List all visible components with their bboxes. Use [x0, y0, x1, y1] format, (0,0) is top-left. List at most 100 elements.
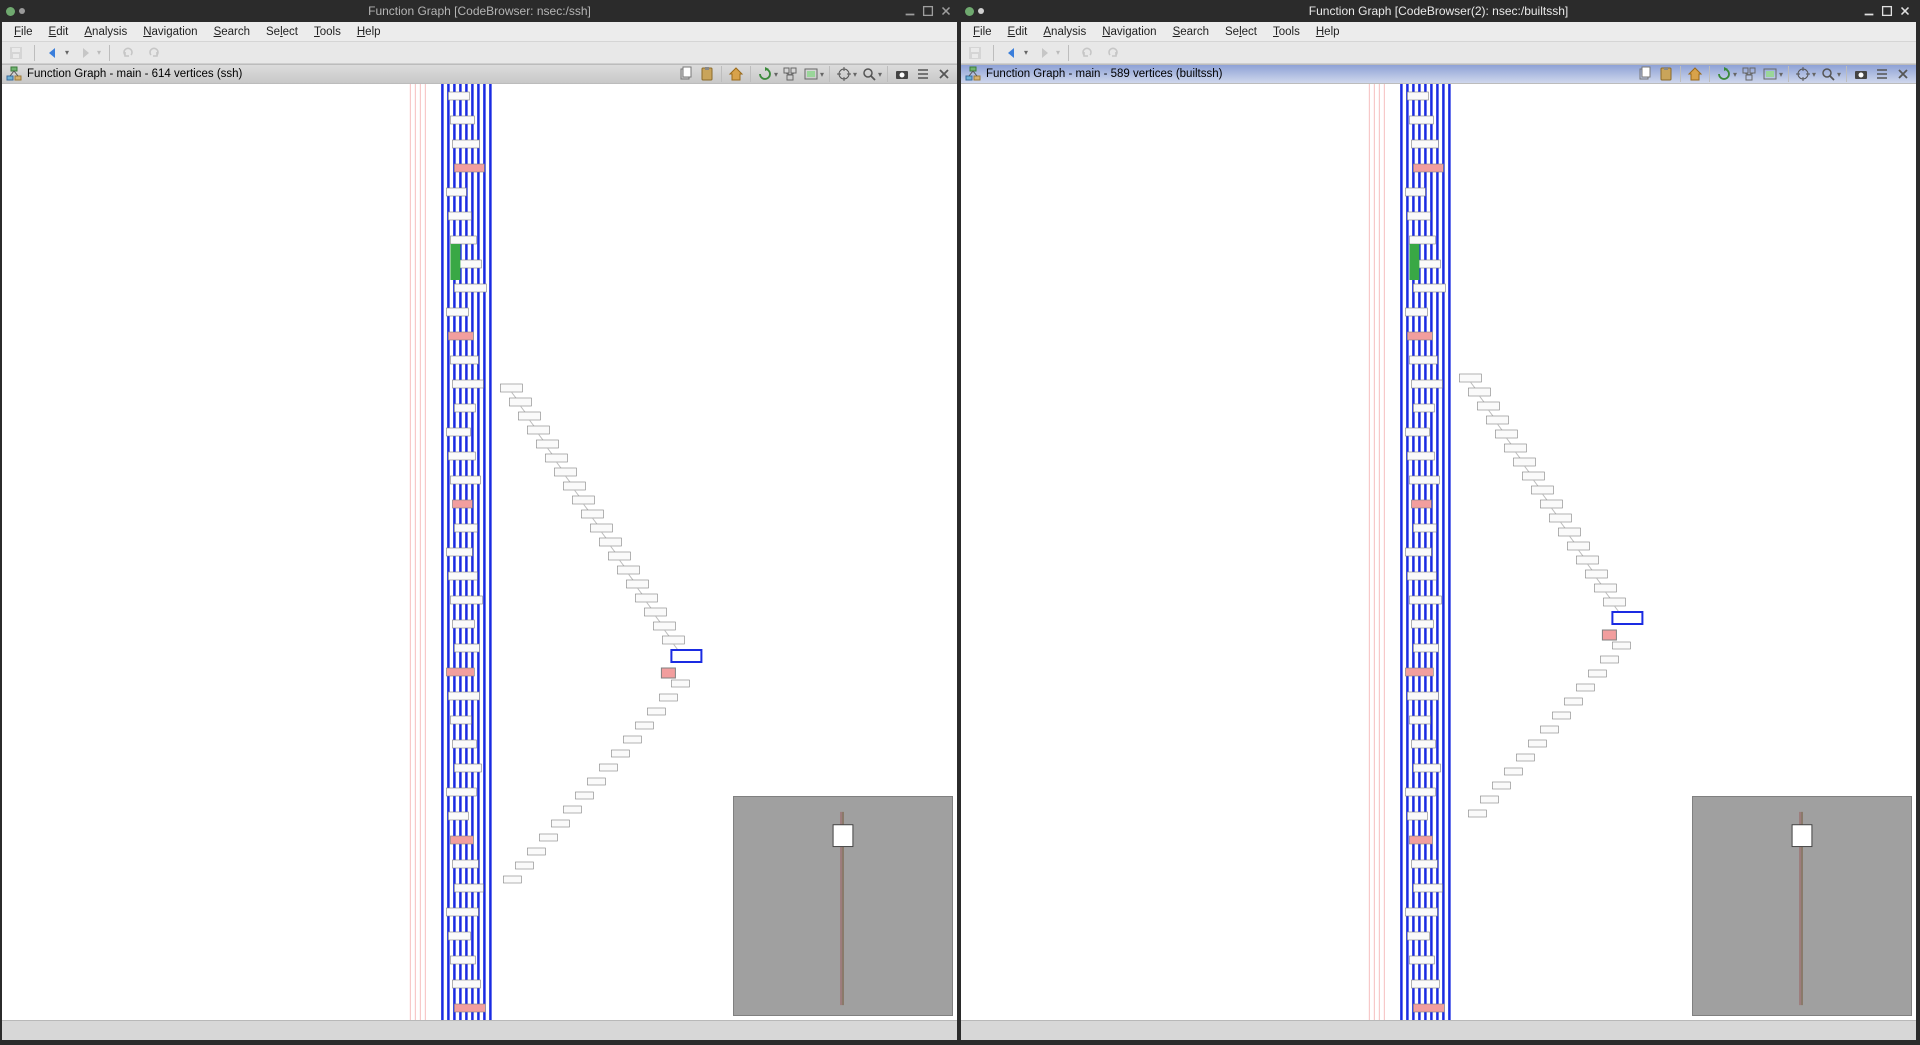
maximize-button[interactable] — [1880, 4, 1894, 18]
menu-edit[interactable]: Edit — [1002, 25, 1034, 39]
dropdown-caret-icon[interactable]: ▾ — [1812, 70, 1816, 79]
paste-button[interactable] — [1657, 66, 1675, 82]
screenshot-button[interactable] — [1761, 66, 1779, 82]
dropdown-caret-icon[interactable]: ▾ — [1733, 70, 1737, 79]
menu-file[interactable]: File — [967, 25, 998, 39]
toolbar-separator — [993, 45, 994, 61]
window-right: Function Graph [CodeBrowser(2): nsec:/bu… — [961, 0, 1916, 1040]
nav-back-button[interactable] — [43, 44, 63, 62]
dropdown-caret-icon[interactable]: ▾ — [97, 48, 101, 57]
dropdown-caret-icon[interactable]: ▾ — [853, 70, 857, 79]
minimap[interactable] — [1692, 796, 1912, 1016]
nav-back-button[interactable] — [1002, 44, 1022, 62]
nested-layout-button[interactable] — [781, 66, 799, 82]
minimap[interactable] — [733, 796, 953, 1016]
menu-search[interactable]: Search — [1167, 25, 1215, 39]
menu-tools[interactable]: Tools — [308, 25, 347, 39]
refresh-button[interactable] — [756, 66, 774, 82]
redo-button[interactable] — [144, 44, 164, 62]
menu-help[interactable]: Help — [1310, 25, 1346, 39]
window-titlebar[interactable]: Function Graph [CodeBrowser: nsec:/ssh] — [2, 0, 957, 22]
toolbar-separator — [1846, 66, 1847, 82]
dropdown-caret-icon[interactable]: ▾ — [1056, 48, 1060, 57]
menu-navigation[interactable]: Navigation — [137, 25, 203, 39]
zoom-button[interactable] — [860, 66, 878, 82]
pane-titlebar[interactable]: Function Graph - main - 589 vertices (bu… — [961, 64, 1916, 84]
camera-button[interactable] — [893, 66, 911, 82]
menu-analysis[interactable]: Analysis — [78, 25, 133, 39]
undo-button[interactable] — [118, 44, 138, 62]
statusbar — [2, 1020, 957, 1040]
dropdown-caret-icon[interactable]: ▾ — [1024, 48, 1028, 57]
toolbar-separator — [887, 66, 888, 82]
toolbar-separator — [1068, 45, 1069, 61]
main-toolbar: ▾ ▾ — [961, 42, 1916, 64]
nav-forward-button[interactable] — [75, 44, 95, 62]
minimap-view[interactable] — [734, 797, 952, 1015]
menu-select[interactable]: Select — [260, 25, 304, 39]
copy-button[interactable] — [677, 66, 695, 82]
minimize-button[interactable] — [903, 4, 917, 18]
ghidra-app-icon — [965, 7, 974, 16]
home-button[interactable] — [727, 66, 745, 82]
statusbar — [961, 1020, 1916, 1040]
window-menu-dot-icon[interactable] — [978, 8, 984, 14]
toolbar-separator — [721, 66, 722, 82]
window-left: Function Graph [CodeBrowser: nsec:/ssh] … — [2, 0, 957, 1040]
undo-button[interactable] — [1077, 44, 1097, 62]
home-button[interactable] — [1686, 66, 1704, 82]
redo-button[interactable] — [1103, 44, 1123, 62]
window-menu-dot-icon[interactable] — [19, 8, 25, 14]
pane-menu-button[interactable] — [914, 66, 932, 82]
save-button[interactable] — [965, 44, 985, 62]
close-window-button[interactable] — [1898, 4, 1912, 18]
toolbar-separator — [1680, 66, 1681, 82]
maximize-button[interactable] — [921, 4, 935, 18]
save-button[interactable] — [6, 44, 26, 62]
crosshair-button[interactable] — [835, 66, 853, 82]
dropdown-caret-icon[interactable]: ▾ — [1837, 70, 1841, 79]
graph-canvas[interactable] — [2, 84, 957, 1020]
minimap-view[interactable] — [1693, 797, 1911, 1015]
minimize-button[interactable] — [1862, 4, 1876, 18]
window-titlebar[interactable]: Function Graph [CodeBrowser(2): nsec:/bu… — [961, 0, 1916, 22]
nested-layout-button[interactable] — [1740, 66, 1758, 82]
menu-file[interactable]: File — [8, 25, 39, 39]
window-title: Function Graph [CodeBrowser: nsec:/ssh] — [368, 4, 591, 18]
paste-button[interactable] — [698, 66, 716, 82]
menu-search[interactable]: Search — [208, 25, 256, 39]
menu-navigation[interactable]: Navigation — [1096, 25, 1162, 39]
menu-analysis[interactable]: Analysis — [1037, 25, 1092, 39]
pane-close-button[interactable] — [1894, 66, 1912, 82]
toolbar-separator — [34, 45, 35, 61]
dropdown-caret-icon[interactable]: ▾ — [65, 48, 69, 57]
dropdown-caret-icon[interactable]: ▾ — [774, 70, 778, 79]
toolbar-separator — [829, 66, 830, 82]
screenshot-button[interactable] — [802, 66, 820, 82]
pane-title: Function Graph - main - 589 vertices (bu… — [986, 68, 1222, 80]
camera-button[interactable] — [1852, 66, 1870, 82]
close-window-button[interactable] — [939, 4, 953, 18]
dropdown-caret-icon[interactable]: ▾ — [878, 70, 882, 79]
menu-edit[interactable]: Edit — [43, 25, 75, 39]
nav-forward-button[interactable] — [1034, 44, 1054, 62]
refresh-button[interactable] — [1715, 66, 1733, 82]
menu-select[interactable]: Select — [1219, 25, 1263, 39]
menu-tools[interactable]: Tools — [1267, 25, 1306, 39]
menu-help[interactable]: Help — [351, 25, 387, 39]
pane-title: Function Graph - main - 614 vertices (ss… — [27, 68, 242, 80]
dropdown-caret-icon[interactable]: ▾ — [820, 70, 824, 79]
dropdown-caret-icon[interactable]: ▾ — [1779, 70, 1783, 79]
pane-menu-button[interactable] — [1873, 66, 1891, 82]
toolbar-separator — [1788, 66, 1789, 82]
graph-canvas[interactable] — [961, 84, 1916, 1020]
crosshair-button[interactable] — [1794, 66, 1812, 82]
zoom-button[interactable] — [1819, 66, 1837, 82]
menubar: File Edit Analysis Navigation Search Sel… — [961, 22, 1916, 42]
toolbar-separator — [1709, 66, 1710, 82]
pane-titlebar[interactable]: Function Graph - main - 614 vertices (ss… — [2, 64, 957, 84]
copy-button[interactable] — [1636, 66, 1654, 82]
function-graph-icon — [6, 66, 22, 82]
pane-close-button[interactable] — [935, 66, 953, 82]
function-graph-icon — [965, 66, 981, 82]
